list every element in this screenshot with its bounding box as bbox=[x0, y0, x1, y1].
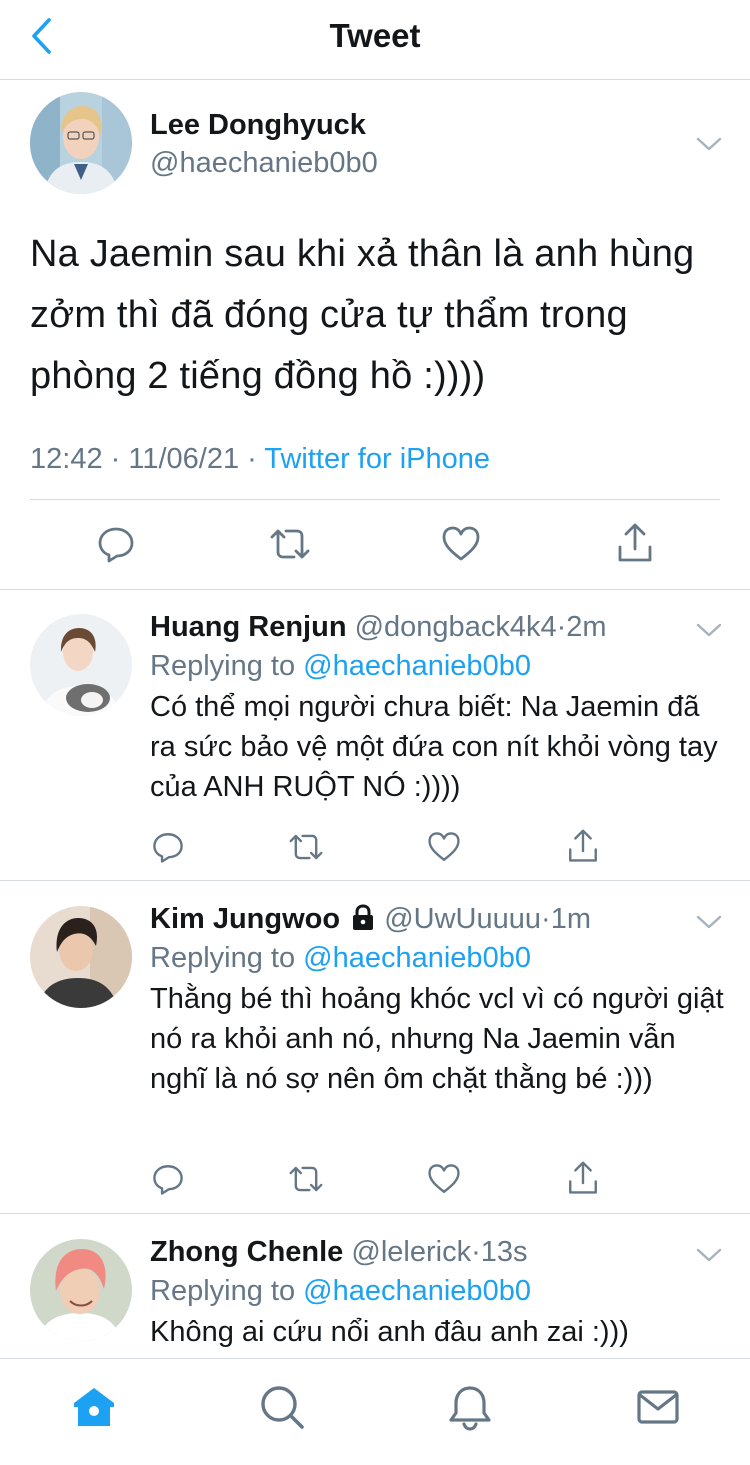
avatar[interactable] bbox=[30, 1239, 132, 1341]
reply-header: Kim Jungwoo @UwUuuuu·1m bbox=[150, 902, 591, 936]
reply-text: Không ai cứu nổi anh đâu anh zai :))) bbox=[150, 1316, 629, 1348]
chevron-down-icon[interactable] bbox=[696, 136, 722, 152]
top-bar: Tweet bbox=[0, 0, 750, 80]
reply-icon[interactable] bbox=[96, 524, 136, 564]
meta-separator: · bbox=[102, 443, 129, 475]
lock-icon bbox=[350, 903, 376, 931]
avatar[interactable] bbox=[30, 92, 132, 194]
author-handle[interactable]: @haechanieb0b0 bbox=[150, 146, 378, 180]
replying-label: Replying to bbox=[150, 1275, 304, 1307]
reply-author-handle[interactable]: @UwUuuuu bbox=[384, 903, 541, 935]
mention-link[interactable]: @haechanieb0b0 bbox=[303, 650, 531, 682]
notifications-icon[interactable] bbox=[446, 1383, 494, 1431]
meta-separator: · bbox=[471, 1236, 481, 1268]
avatar[interactable] bbox=[30, 614, 132, 716]
author-name[interactable]: Lee Donghyuck bbox=[150, 108, 366, 142]
reply-text: Có thể mọi người chưa biết: Na Jaemin đã… bbox=[150, 691, 718, 803]
mention-link[interactable]: @haechanieb0b0 bbox=[303, 942, 531, 974]
chevron-down-icon[interactable] bbox=[696, 1247, 722, 1263]
home-icon[interactable] bbox=[70, 1383, 118, 1431]
replying-to: Replying to @haechanieb0b0 bbox=[150, 649, 531, 683]
like-icon[interactable] bbox=[441, 524, 481, 564]
reply-time: 13s bbox=[480, 1236, 528, 1268]
replying-label: Replying to bbox=[150, 942, 304, 974]
mention-link[interactable]: @haechanieb0b0 bbox=[303, 1275, 531, 1307]
tweet-meta: 12:42 · 11/06/21 · Twitter for iPhone bbox=[30, 442, 490, 476]
page-title: Tweet bbox=[329, 17, 421, 54]
like-icon[interactable] bbox=[427, 830, 461, 864]
reply-time: 2m bbox=[566, 611, 607, 643]
meta-separator: · bbox=[556, 611, 567, 643]
avatar[interactable] bbox=[30, 906, 132, 1008]
reply-icon[interactable] bbox=[151, 1162, 185, 1196]
meta-separator: · bbox=[239, 443, 265, 475]
reply-author-name[interactable]: Zhong Chenle bbox=[150, 1236, 343, 1268]
tweet-time: 12:42 bbox=[30, 443, 103, 475]
share-icon[interactable] bbox=[615, 522, 655, 564]
messages-icon[interactable] bbox=[634, 1383, 682, 1431]
reply-icon[interactable] bbox=[151, 830, 185, 864]
reply-author-handle[interactable]: @dongback4k4 bbox=[355, 611, 557, 643]
replying-to: Replying to @haechanieb0b0 bbox=[150, 1274, 531, 1308]
share-icon[interactable] bbox=[566, 828, 600, 864]
chevron-down-icon[interactable] bbox=[696, 622, 722, 638]
like-icon[interactable] bbox=[427, 1162, 461, 1196]
retweet-icon[interactable] bbox=[287, 830, 325, 864]
reply-tweet[interactable]: Kim Jungwoo @UwUuuuu·1m Replying to @hae… bbox=[0, 882, 750, 1214]
reply-actions bbox=[0, 1158, 750, 1198]
replying-label: Replying to bbox=[150, 650, 304, 682]
reply-actions bbox=[0, 826, 750, 866]
reply-author-name[interactable]: Kim Jungwoo bbox=[150, 903, 340, 935]
meta-separator: · bbox=[541, 903, 551, 935]
reply-header: Zhong Chenle @lelerick·13s bbox=[150, 1235, 528, 1269]
chevron-down-icon[interactable] bbox=[696, 914, 722, 930]
retweet-icon[interactable] bbox=[268, 524, 312, 564]
tweet-source-link[interactable]: Twitter for iPhone bbox=[264, 443, 490, 475]
reply-text: Thằng bé thì hoảng khóc vcl vì có người … bbox=[150, 983, 724, 1095]
replying-to: Replying to @haechanieb0b0 bbox=[150, 941, 531, 975]
reply-author-name[interactable]: Huang Renjun bbox=[150, 611, 347, 643]
bottom-tab-bar bbox=[0, 1358, 750, 1465]
main-tweet: Lee Donghyuck @haechanieb0b0 Na Jaemin s… bbox=[0, 80, 750, 590]
reply-tweet[interactable]: Zhong Chenle @lelerick·13s Replying to @… bbox=[0, 1215, 750, 1358]
share-icon[interactable] bbox=[566, 1160, 600, 1196]
divider bbox=[30, 499, 720, 500]
retweet-icon[interactable] bbox=[287, 1162, 325, 1196]
reply-tweet[interactable]: Huang Renjun @dongback4k4·2m Replying to… bbox=[0, 590, 750, 881]
reply-author-handle[interactable]: @lelerick bbox=[351, 1236, 471, 1268]
reply-header: Huang Renjun @dongback4k4·2m bbox=[150, 610, 607, 644]
tweet-actions bbox=[0, 516, 750, 572]
tweet-date: 11/06/21 bbox=[128, 443, 240, 475]
reply-time: 1m bbox=[550, 903, 591, 935]
search-icon[interactable] bbox=[258, 1383, 306, 1431]
tweet-text: Na Jaemin sau khi xả thân là anh hùng zở… bbox=[30, 233, 695, 397]
